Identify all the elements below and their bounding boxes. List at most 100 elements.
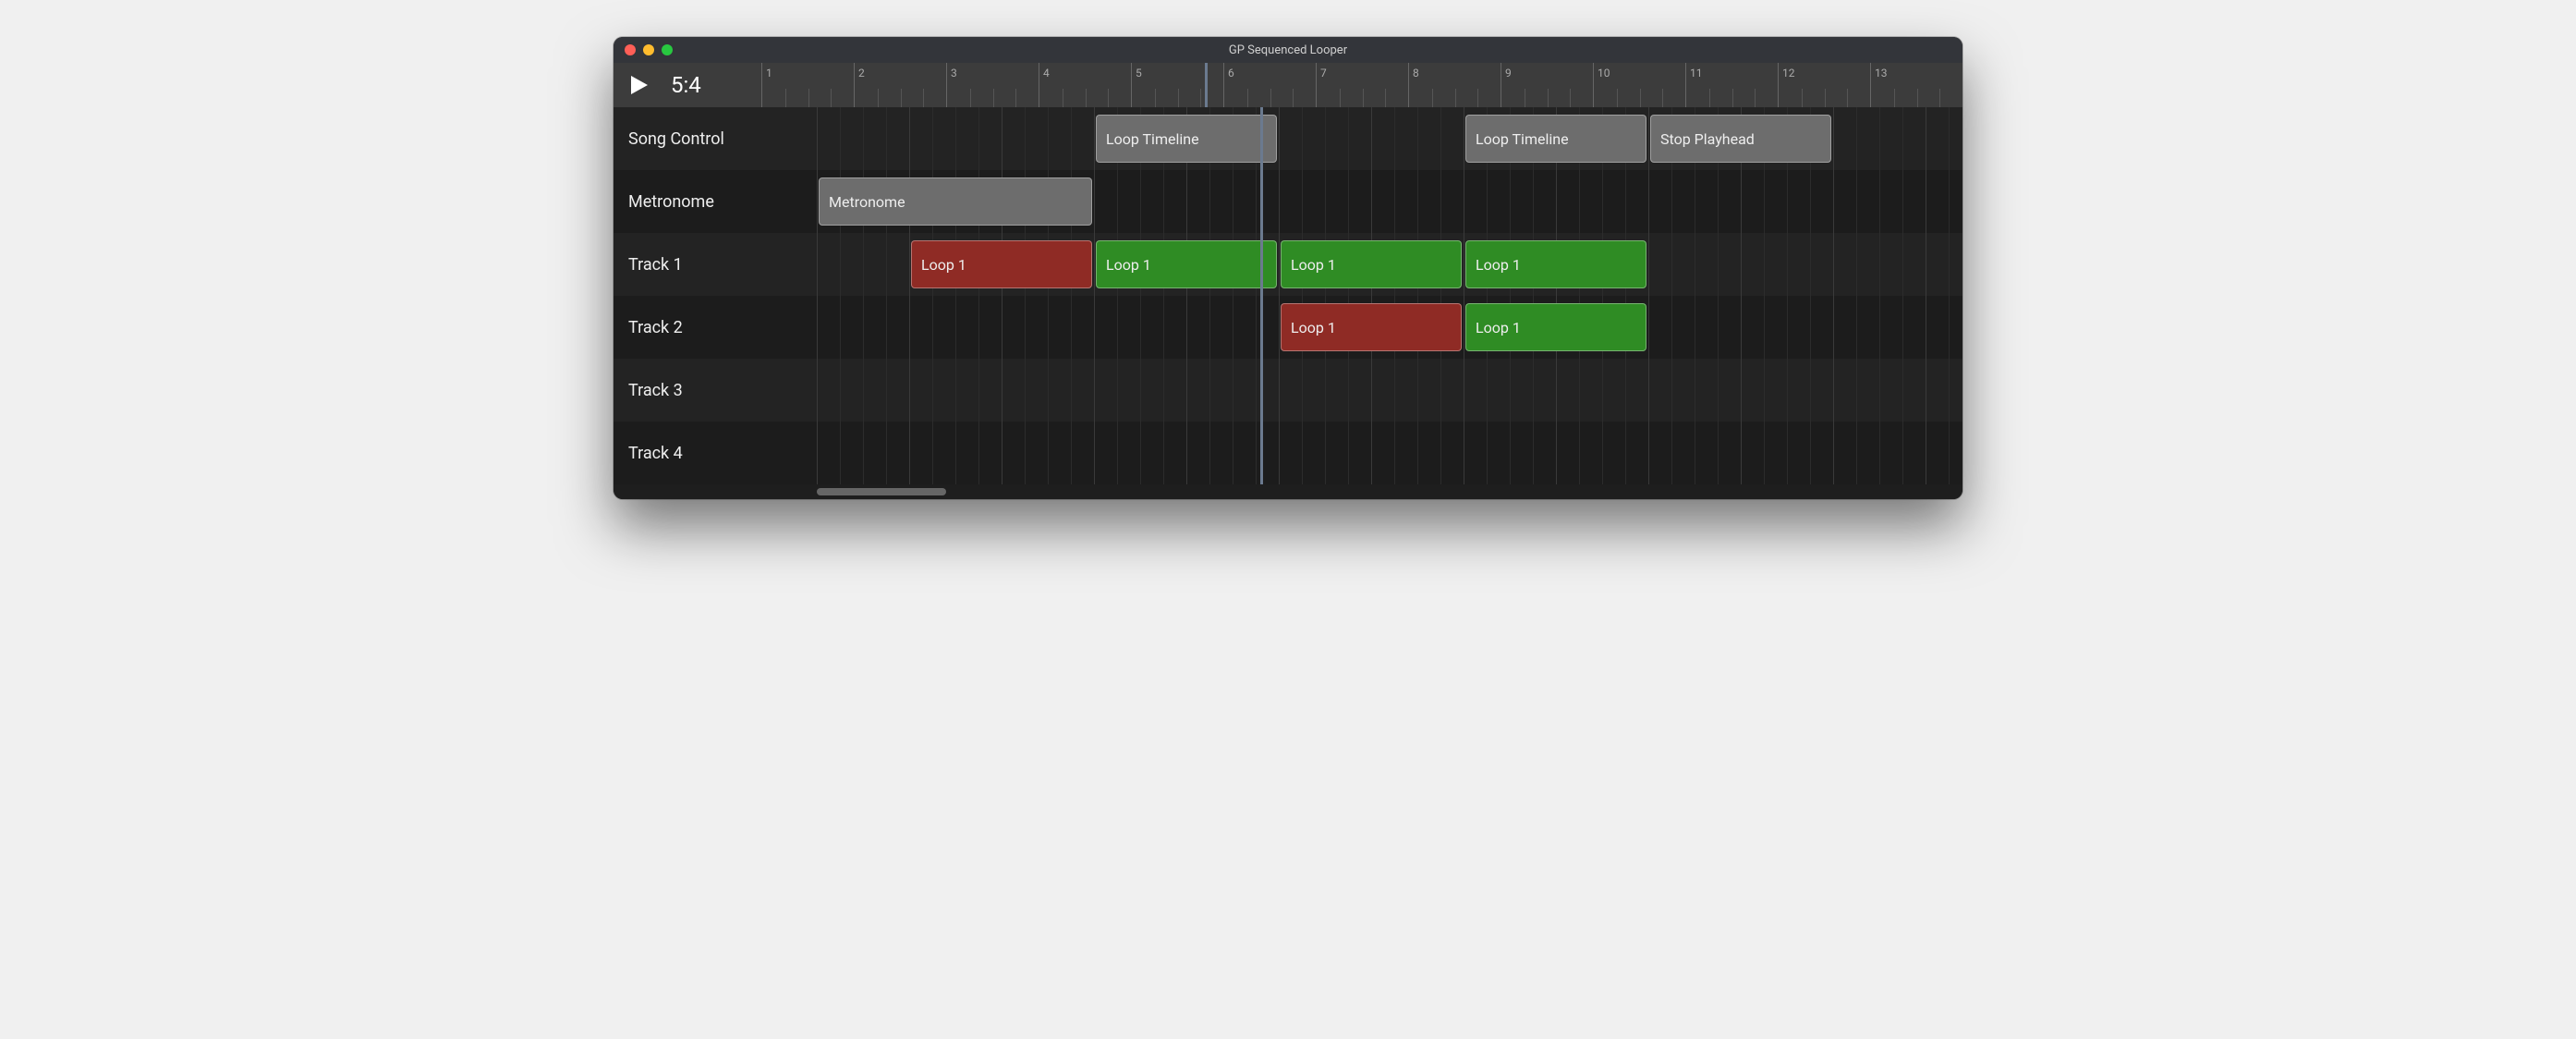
ruler-beat-tick: [1155, 89, 1156, 107]
clip-label: Stop Playhead: [1660, 130, 1755, 148]
clip[interactable]: Loop Timeline: [1096, 115, 1277, 163]
app-window: GP Sequenced Looper 5:4 1234567891011121…: [614, 37, 1962, 499]
clip-label: Loop 1: [1476, 256, 1521, 274]
ruler-beat-tick: [1086, 89, 1087, 107]
clip[interactable]: Loop 1: [1465, 240, 1646, 288]
ruler-beat-tick: [923, 89, 924, 107]
ruler-bar[interactable]: 1: [761, 63, 854, 107]
clip[interactable]: Loop 1: [1281, 240, 1462, 288]
ruler-beat-tick: [878, 89, 879, 107]
ruler-beat-tick: [1709, 89, 1710, 107]
window-title: GP Sequenced Looper: [614, 43, 1962, 57]
transport-bar: 5:4 12345678910111213: [614, 63, 1962, 107]
ruler-bar[interactable]: 5: [1131, 63, 1223, 107]
ruler-beat-tick: [1340, 89, 1341, 107]
ruler-bar[interactable]: 12: [1778, 63, 1870, 107]
ruler-bar-number: 12: [1782, 67, 1795, 79]
ruler-beat-tick: [808, 89, 809, 107]
ruler-bar[interactable]: 6: [1223, 63, 1316, 107]
horizontal-scrollbar[interactable]: [614, 484, 1962, 499]
ruler-bar-number: 11: [1690, 67, 1703, 79]
track-label[interactable]: Track 1: [614, 233, 817, 296]
ruler-bar[interactable]: 11: [1685, 63, 1778, 107]
ruler-bar[interactable]: 9: [1501, 63, 1593, 107]
clip[interactable]: Metronome: [819, 177, 1092, 226]
ruler-beat-tick: [901, 89, 902, 107]
ruler-beat-tick: [1755, 89, 1756, 107]
timeline-ruler[interactable]: 12345678910111213: [761, 63, 1962, 107]
clip-label: Loop 1: [1476, 319, 1521, 336]
ruler-bar-number: 7: [1320, 67, 1327, 79]
clip[interactable]: Stop Playhead: [1650, 115, 1831, 163]
ruler-beat-tick: [1548, 89, 1549, 107]
track-lane[interactable]: Loop 1Loop 1Loop 1Loop 1: [817, 233, 1962, 296]
ruler-beat-tick: [1363, 89, 1364, 107]
track-area: Song Control Loop Timeline Loop Timeline St…: [614, 107, 1962, 484]
track-lane[interactable]: Metronome: [817, 170, 1962, 233]
ruler-bar[interactable]: 4: [1039, 63, 1131, 107]
ruler-beat-tick: [1432, 89, 1433, 107]
track-label[interactable]: Metronome: [614, 170, 817, 233]
track-row: Track 1Loop 1Loop 1Loop 1Loop 1: [614, 233, 1962, 296]
clip[interactable]: Loop 1: [1465, 303, 1646, 351]
ruler-bar[interactable]: 7: [1316, 63, 1408, 107]
ruler-bar-number: 8: [1413, 67, 1419, 79]
playhead[interactable]: [1205, 63, 1208, 107]
ruler-bar[interactable]: 2: [854, 63, 946, 107]
track-lane[interactable]: Loop Timeline Loop Timeline Stop Playhead: [817, 107, 1962, 170]
play-button[interactable]: [628, 75, 649, 95]
ruler-beat-tick: [1570, 89, 1571, 107]
ruler-beat-tick: [1270, 89, 1271, 107]
ruler-bar-number: 13: [1875, 67, 1888, 79]
ruler-beat-tick: [970, 89, 971, 107]
ruler-bar[interactable]: 3: [946, 63, 1039, 107]
track-lane[interactable]: [817, 422, 1962, 484]
gridlines: [817, 422, 1962, 484]
track-row: Track 2 Loop 1 Loop 1: [614, 296, 1962, 359]
ruler-bar-number: 4: [1043, 67, 1050, 79]
ruler-beat-tick: [1662, 89, 1663, 107]
gridlines: [817, 359, 1962, 422]
ruler-beat-tick: [1385, 89, 1386, 107]
track-lane[interactable]: [817, 359, 1962, 422]
ruler-beat-tick: [1247, 89, 1248, 107]
titlebar[interactable]: GP Sequenced Looper: [614, 37, 1962, 63]
clip-label: Loop 1: [1291, 256, 1336, 274]
ruler-bar-number: 3: [951, 67, 957, 79]
track-row: Song Control Loop Timeline Loop Timeline St…: [614, 107, 1962, 170]
clip-label: Metronome: [829, 193, 905, 211]
track-label[interactable]: Track 3: [614, 359, 817, 422]
ruler-bar-number: 1: [766, 67, 772, 79]
ruler-beat-tick: [1455, 89, 1456, 107]
ruler-beat-tick: [1200, 89, 1201, 107]
ruler-beat-tick: [1847, 89, 1848, 107]
ruler-bar[interactable]: 10: [1593, 63, 1685, 107]
ruler-beat-tick: [831, 89, 832, 107]
track-label[interactable]: Track 2: [614, 296, 817, 359]
ruler-beat-tick: [1802, 89, 1803, 107]
track-row: Track 3: [614, 359, 1962, 422]
ruler-bar[interactable]: 8: [1408, 63, 1501, 107]
ruler-beat-tick: [1293, 89, 1294, 107]
track-lane[interactable]: Loop 1 Loop 1: [817, 296, 1962, 359]
ruler-beat-tick: [1825, 89, 1826, 107]
ruler-beat-tick: [1015, 89, 1016, 107]
scrollbar-thumb[interactable]: [817, 488, 946, 495]
ruler-bar[interactable]: 13: [1870, 63, 1962, 107]
clip[interactable]: Loop 1: [1281, 303, 1462, 351]
track-row: Track 4: [614, 422, 1962, 484]
ruler-bar-number: 9: [1505, 67, 1512, 79]
track-label[interactable]: Track 4: [614, 422, 817, 484]
clip[interactable]: Loop Timeline: [1465, 115, 1646, 163]
track-label[interactable]: Song Control: [614, 107, 817, 170]
clip-label: Loop Timeline: [1106, 130, 1199, 148]
ruler-bar-number: 2: [858, 67, 865, 79]
clip-label: Loop 1: [1291, 319, 1336, 336]
ruler-beat-tick: [993, 89, 994, 107]
ruler-beat-tick: [1939, 89, 1940, 107]
clip[interactable]: Loop 1: [1096, 240, 1277, 288]
ruler-beat-tick: [1732, 89, 1733, 107]
clip[interactable]: Loop 1: [911, 240, 1092, 288]
track-row: Metronome Metronome: [614, 170, 1962, 233]
ruler-beat-tick: [785, 89, 786, 107]
